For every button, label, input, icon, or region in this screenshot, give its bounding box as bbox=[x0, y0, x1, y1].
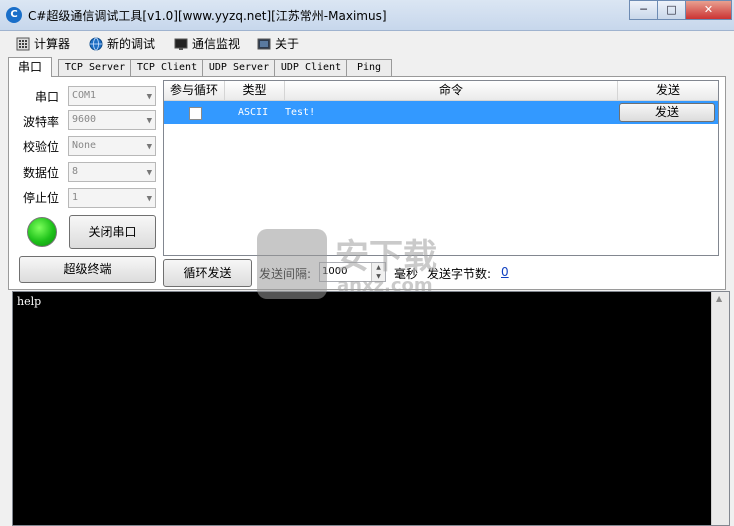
menu-bar: 计算器 新的调试 通信监视 关于 bbox=[0, 31, 734, 55]
interval-value: 1000 bbox=[322, 266, 348, 277]
maximize-button[interactable]: □ bbox=[657, 0, 686, 20]
loop-send-button[interactable]: 循环发送 bbox=[163, 259, 252, 287]
stopbits-label: 停止位 bbox=[23, 191, 60, 205]
stopbits-value: 1 bbox=[72, 192, 79, 203]
terminal-output[interactable]: help ▲ bbox=[12, 291, 730, 526]
window-title: C#超级通信调试工具[v1.0][www.yyzq.net][江苏常州-Maxi… bbox=[28, 9, 387, 23]
parity-select[interactable]: None ▼ bbox=[68, 136, 156, 156]
tab-serial[interactable]: 串口 bbox=[8, 57, 52, 77]
baud-select[interactable]: 9600 ▼ bbox=[68, 110, 156, 130]
tab-tcp-client[interactable]: TCP Client bbox=[130, 59, 204, 76]
row-command[interactable]: Test! bbox=[285, 101, 315, 124]
menu-calculator[interactable]: 计算器 bbox=[16, 35, 70, 52]
menu-new-debug[interactable]: 新的调试 bbox=[89, 35, 155, 52]
menu-monitor[interactable]: 通信监视 bbox=[174, 35, 240, 52]
loop-checkbox[interactable] bbox=[189, 107, 202, 120]
close-button[interactable]: ✕ bbox=[685, 0, 732, 20]
bytes-count: 0 bbox=[501, 265, 509, 279]
minimize-button[interactable]: ─ bbox=[629, 0, 658, 20]
menu-label: 关于 bbox=[275, 37, 300, 51]
port-value: COM1 bbox=[72, 90, 97, 101]
menu-label: 通信监视 bbox=[192, 37, 241, 51]
chevron-down-icon: ▼ bbox=[146, 92, 152, 102]
tab-tcp-server[interactable]: TCP Server bbox=[58, 59, 132, 76]
calculator-icon bbox=[16, 37, 30, 51]
parity-value: None bbox=[72, 140, 97, 151]
table-header: 参与循环 类型 命令 发送 bbox=[164, 81, 718, 101]
tab-ping[interactable]: Ping bbox=[346, 59, 392, 76]
title-bar: C C#超级通信调试工具[v1.0][www.yyzq.net][江苏常州-Ma… bbox=[0, 0, 734, 31]
window-controls: ─ □ ✕ bbox=[629, 0, 732, 20]
vertical-scrollbar[interactable]: ▲ bbox=[711, 292, 729, 525]
tab-udp-client[interactable]: UDP Client bbox=[274, 59, 348, 76]
interval-unit: 毫秒 bbox=[394, 267, 419, 281]
info-icon bbox=[257, 37, 271, 51]
stepper-arrows-icon[interactable]: ▲ ▼ bbox=[371, 263, 385, 281]
row-send-button[interactable]: 发送 bbox=[619, 103, 715, 122]
table-row[interactable]: ASCII Test! 发送 bbox=[164, 101, 718, 124]
parity-label: 校验位 bbox=[23, 140, 60, 154]
column-header-command[interactable]: 命令 bbox=[285, 81, 618, 100]
menu-label: 计算器 bbox=[34, 37, 71, 51]
monitor-icon bbox=[174, 37, 188, 51]
globe-icon bbox=[89, 37, 103, 51]
column-header-type[interactable]: 类型 bbox=[225, 81, 285, 100]
app-icon: C bbox=[6, 7, 22, 23]
column-header-send[interactable]: 发送 bbox=[618, 81, 718, 100]
row-type: ASCII bbox=[238, 107, 269, 118]
port-label: 串口 bbox=[35, 90, 60, 104]
databits-value: 8 bbox=[72, 166, 79, 177]
chevron-down-icon: ▼ bbox=[146, 194, 152, 204]
scroll-up-icon[interactable]: ▲ bbox=[716, 294, 722, 303]
super-terminal-button[interactable]: 超级终端 bbox=[19, 256, 156, 283]
close-port-button[interactable]: 关闭串口 bbox=[69, 215, 156, 249]
tab-udp-server[interactable]: UDP Server bbox=[202, 59, 276, 76]
databits-label: 数据位 bbox=[23, 166, 60, 180]
chevron-down-icon: ▼ bbox=[146, 116, 152, 126]
bytes-label: 发送字节数: bbox=[427, 267, 492, 281]
column-header-loop[interactable]: 参与循环 bbox=[164, 81, 225, 100]
console-text: help bbox=[17, 295, 42, 308]
chevron-down-icon: ▼ bbox=[146, 168, 152, 178]
interval-stepper[interactable]: 1000 ▲ ▼ bbox=[319, 262, 386, 282]
baud-label: 波特率 bbox=[23, 115, 60, 129]
port-select[interactable]: COM1 ▼ bbox=[68, 86, 156, 106]
baud-value: 9600 bbox=[72, 114, 97, 125]
menu-about[interactable]: 关于 bbox=[257, 35, 299, 52]
databits-select[interactable]: 8 ▼ bbox=[68, 162, 156, 182]
command-table: 参与循环 类型 命令 发送 ASCII Test! 发送 bbox=[163, 80, 719, 256]
chevron-down-icon: ▼ bbox=[146, 142, 152, 152]
interval-label: 发送间隔: bbox=[259, 267, 312, 281]
menu-label: 新的调试 bbox=[107, 37, 156, 51]
stopbits-select[interactable]: 1 ▼ bbox=[68, 188, 156, 208]
port-status-led bbox=[27, 217, 57, 247]
